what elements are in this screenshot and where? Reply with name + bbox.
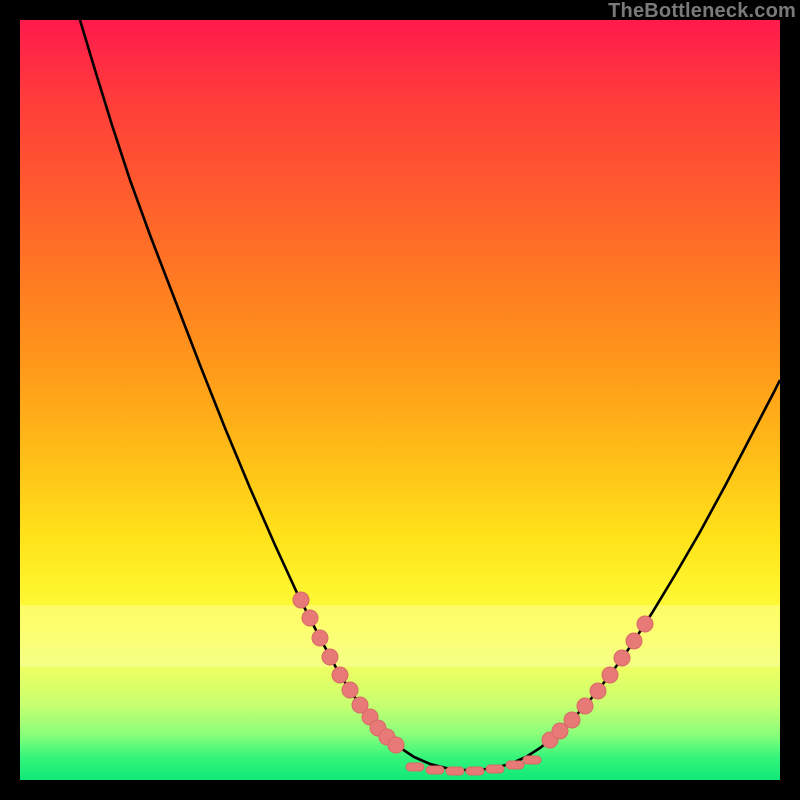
gradient-background: [20, 20, 780, 780]
chart-frame: [20, 20, 780, 780]
watermark-text: TheBottleneck.com: [608, 0, 796, 23]
